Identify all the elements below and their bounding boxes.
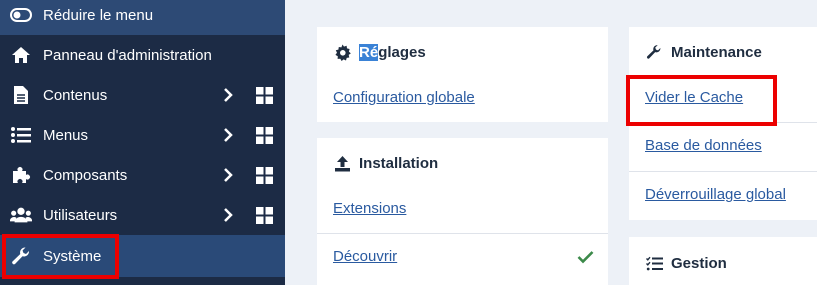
card-title: Gestion [671,254,727,272]
dashboard-icon[interactable] [256,86,273,104]
gear-icon [333,43,351,61]
card-gestion: Gestion [629,237,817,285]
divider [629,122,817,123]
list-check-icon [645,254,663,272]
check-icon [577,251,594,264]
link-deverrouillage-global[interactable]: Déverrouillage global [645,186,786,203]
link-extensions[interactable]: Extensions [333,200,406,217]
file-icon [10,84,32,106]
card-maintenance: Maintenance Vider le Cache Base de donné… [629,27,817,220]
card-title: Maintenance [671,43,762,61]
toggle-icon [10,4,32,26]
card-title: Installation [359,154,439,172]
sidebar-item-label: Menus [43,126,89,144]
sidebar-item-utilisateurs[interactable]: Utilisateurs [0,195,285,235]
divider [629,171,817,172]
card-reglages: Ré glages Configuration globale [317,27,608,122]
card-title: glages [378,43,426,61]
sidebar-item-label: Système [43,247,102,265]
sidebar-item-composants[interactable]: Composants [0,155,285,195]
card-header-reglages: Ré glages [333,43,426,61]
sidebar: Réduire le menu Panneau d'administration… [0,0,285,285]
sidebar-item-menus[interactable]: Menus [0,115,285,155]
collapse-menu-label: Réduire le menu [43,6,154,24]
home-icon [10,44,32,66]
link-decouvrir[interactable]: Découvrir [333,248,397,265]
divider [317,233,608,234]
collapse-menu-button[interactable]: Réduire le menu [0,0,285,35]
sidebar-item-systeme[interactable]: Système [0,235,285,277]
chevron-right-icon[interactable] [221,208,235,222]
link-configuration-globale[interactable]: Configuration globale [333,89,475,106]
sidebar-item-label: Composants [43,166,128,184]
chevron-right-icon[interactable] [221,128,235,142]
sidebar-item-contenus[interactable]: Contenus [0,75,285,115]
sidebar-item-label: Panneau d'administration [43,46,212,64]
card-title-selected: Ré [359,43,379,61]
link-base-de-donnees[interactable]: Base de données [645,137,762,154]
chevron-right-icon[interactable] [221,88,235,102]
wrench-icon [645,43,663,61]
card-header-installation: Installation [333,154,438,172]
dashboard-icon[interactable] [256,166,273,184]
card-header-gestion: Gestion [645,254,727,272]
card-header-maintenance: Maintenance [645,43,762,61]
dashboard-icon[interactable] [256,206,273,224]
sidebar-item-admin-panel[interactable]: Panneau d'administration [0,35,285,75]
upload-icon [333,154,351,172]
wrench-icon [10,245,32,267]
users-icon [10,204,32,226]
sidebar-item-label: Utilisateurs [43,206,118,224]
list-icon [10,124,32,146]
puzzle-icon [10,164,32,186]
sidebar-item-label: Contenus [43,86,108,104]
card-installation: Installation Extensions Découvrir [317,138,608,285]
link-vider-le-cache[interactable]: Vider le Cache [645,89,743,106]
dashboard-icon[interactable] [256,126,273,144]
chevron-right-icon[interactable] [221,168,235,182]
